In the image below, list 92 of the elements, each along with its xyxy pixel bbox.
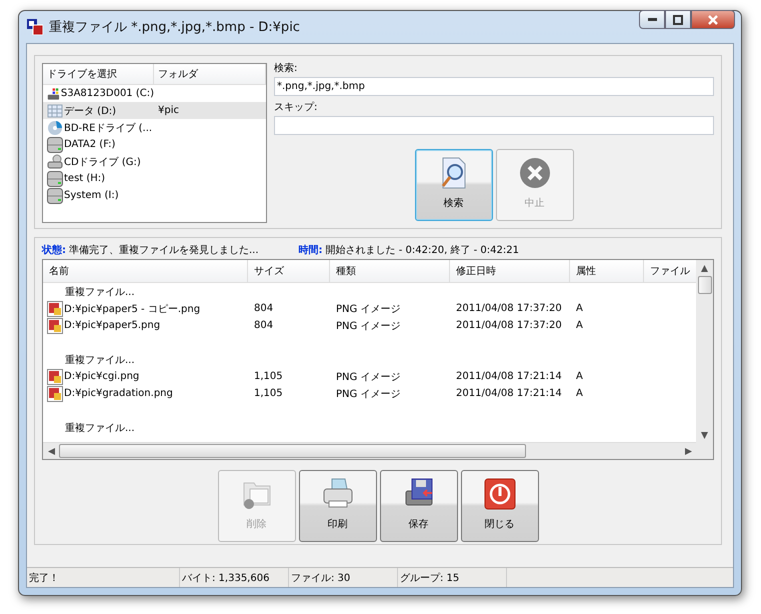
save-button[interactable]: 保存	[380, 470, 458, 542]
drive-row[interactable]: System (I:)	[43, 187, 266, 204]
scroll-down-icon	[701, 432, 708, 438]
image-file-icon	[47, 386, 63, 402]
group-label: 重複ファイル...	[64, 422, 135, 434]
folder-name: ¥pic	[158, 105, 179, 116]
table-cell-text: A	[575, 371, 584, 382]
drive-list[interactable]: ドライブを選択 フォルダ S3A8123D001 (C:) データ (D:) ¥pic BD-REドライブ (... DATA2 (F:) CDドライブ (G:) test (H:) System (I:)	[42, 63, 267, 223]
image-file-icon	[47, 368, 63, 384]
drive-name: S3A8123D001 (C:)	[60, 88, 154, 99]
drive-icon	[47, 120, 63, 136]
table-cell-text: 804	[253, 303, 274, 314]
close-icon	[707, 14, 719, 24]
horizontal-scrollbar[interactable]	[43, 442, 696, 459]
status-bar-text: 完了！	[27, 568, 180, 587]
table-cell-text: 804	[253, 320, 274, 331]
minimize-icon	[648, 18, 656, 21]
drive-row[interactable]: CDドライブ (G:)	[43, 153, 266, 170]
table-cell-text: 1,105	[253, 371, 284, 382]
file-name: D:¥pic¥paper5 - コピー.png	[64, 302, 200, 316]
maximize-button[interactable]	[665, 10, 691, 29]
search-button[interactable]: 検索	[414, 149, 492, 221]
image-file-icon	[47, 318, 63, 334]
image-file-icon	[47, 300, 63, 316]
table-cell-text: PNG イメージ	[335, 388, 402, 400]
status-bar-text: バイト: 1,335,606	[180, 568, 289, 587]
skip-label: スキップ:	[274, 102, 318, 115]
status-text: 準備完了、重複ファイルを発見しました...	[69, 244, 259, 257]
scroll-right-icon	[684, 448, 692, 454]
table-cell-text: PNG イメージ	[335, 302, 402, 316]
search-label: 検索:	[274, 63, 298, 76]
status-bar-text: グループ: 15	[398, 568, 507, 587]
drive-icon	[47, 86, 60, 102]
drive-row[interactable]: test (H:)	[43, 170, 266, 187]
column-header[interactable]: ドライブを選択	[43, 64, 154, 84]
column-header[interactable]: 修正日時	[450, 260, 570, 282]
minimize-button[interactable]	[639, 10, 665, 29]
drive-icon	[47, 154, 63, 170]
drive-name: データ (D:)	[64, 104, 116, 118]
drive-name: CDドライブ (G:)	[64, 156, 141, 168]
scrollbar-thumb[interactable]	[59, 444, 526, 458]
table-cell-text: A	[575, 303, 584, 314]
skip-field[interactable]	[274, 116, 714, 135]
print-button[interactable]: 印刷	[298, 470, 376, 542]
search-field[interactable]: *.png,*.jpg,*.bmp	[274, 77, 714, 96]
status-label: 状態:	[42, 244, 66, 257]
table-cell-text: A	[575, 388, 584, 399]
column-header[interactable]: 属性	[570, 260, 644, 282]
close-button[interactable]	[691, 10, 735, 29]
file-name: D:¥pic¥paper5.png	[64, 320, 160, 331]
file-name: D:¥pic¥cgi.png	[64, 371, 140, 382]
table-cell-text: 2011/04/08 17:37:20	[455, 320, 563, 331]
table-cell-text: 2011/04/08 17:21:14	[455, 388, 563, 399]
group-label: 重複ファイル...	[64, 354, 135, 366]
drive-name: System (I:)	[64, 190, 119, 201]
scroll-up-icon	[701, 264, 708, 272]
drive-icon	[47, 170, 63, 186]
drive-row[interactable]: DATA2 (F:)	[43, 136, 266, 153]
table-cell-text: PNG イメージ	[335, 320, 402, 332]
column-header[interactable]: フォルダ	[154, 64, 266, 84]
table-cell-text: A	[575, 320, 584, 331]
maximize-icon	[673, 14, 683, 24]
file-name: D:¥pic¥gradation.png	[64, 388, 173, 399]
drive-name: test (H:)	[64, 173, 106, 184]
scrollbar-thumb[interactable]	[698, 276, 712, 294]
time-label: 時間:	[298, 244, 323, 257]
close-button[interactable]: 閉じる	[460, 470, 538, 542]
stop-icon	[518, 156, 552, 190]
drive-icon	[47, 136, 63, 152]
column-header[interactable]: ファイル	[644, 260, 696, 282]
table-cell-text: 1,105	[253, 388, 284, 399]
scroll-left-icon	[48, 448, 54, 454]
table-cell-text: 2011/04/08 17:21:14	[455, 371, 563, 382]
status-bar-text: ファイル: 30	[289, 568, 398, 587]
drive-icon	[47, 102, 63, 118]
drive-row[interactable]: データ (D:) ¥pic	[43, 102, 266, 119]
drive-name: BD-REドライブ (...	[64, 122, 152, 134]
column-header[interactable]: 名前	[43, 260, 248, 282]
drive-row[interactable]: S3A8123D001 (C:)	[43, 85, 266, 102]
power-icon	[482, 477, 516, 511]
window-title: 重複ファイル *.png,*.jpg,*.bmp - D:¥pic	[49, 19, 301, 36]
drive-name: DATA2 (F:)	[64, 139, 116, 150]
time-text: 開始されました - 0:42:20, 終了 - 0:42:21	[326, 244, 519, 257]
group-label: 重複ファイル...	[64, 286, 135, 298]
column-header[interactable]: 種類	[330, 260, 450, 282]
drive-row[interactable]: BD-REドライブ (...	[43, 119, 266, 136]
table-cell-text: PNG イメージ	[335, 370, 402, 384]
vertical-scrollbar[interactable]	[696, 260, 713, 459]
column-header[interactable]: サイズ	[248, 260, 330, 282]
app-icon	[27, 19, 43, 35]
drive-icon	[47, 188, 63, 204]
table-cell-text: 2011/04/08 17:37:20	[455, 303, 563, 314]
